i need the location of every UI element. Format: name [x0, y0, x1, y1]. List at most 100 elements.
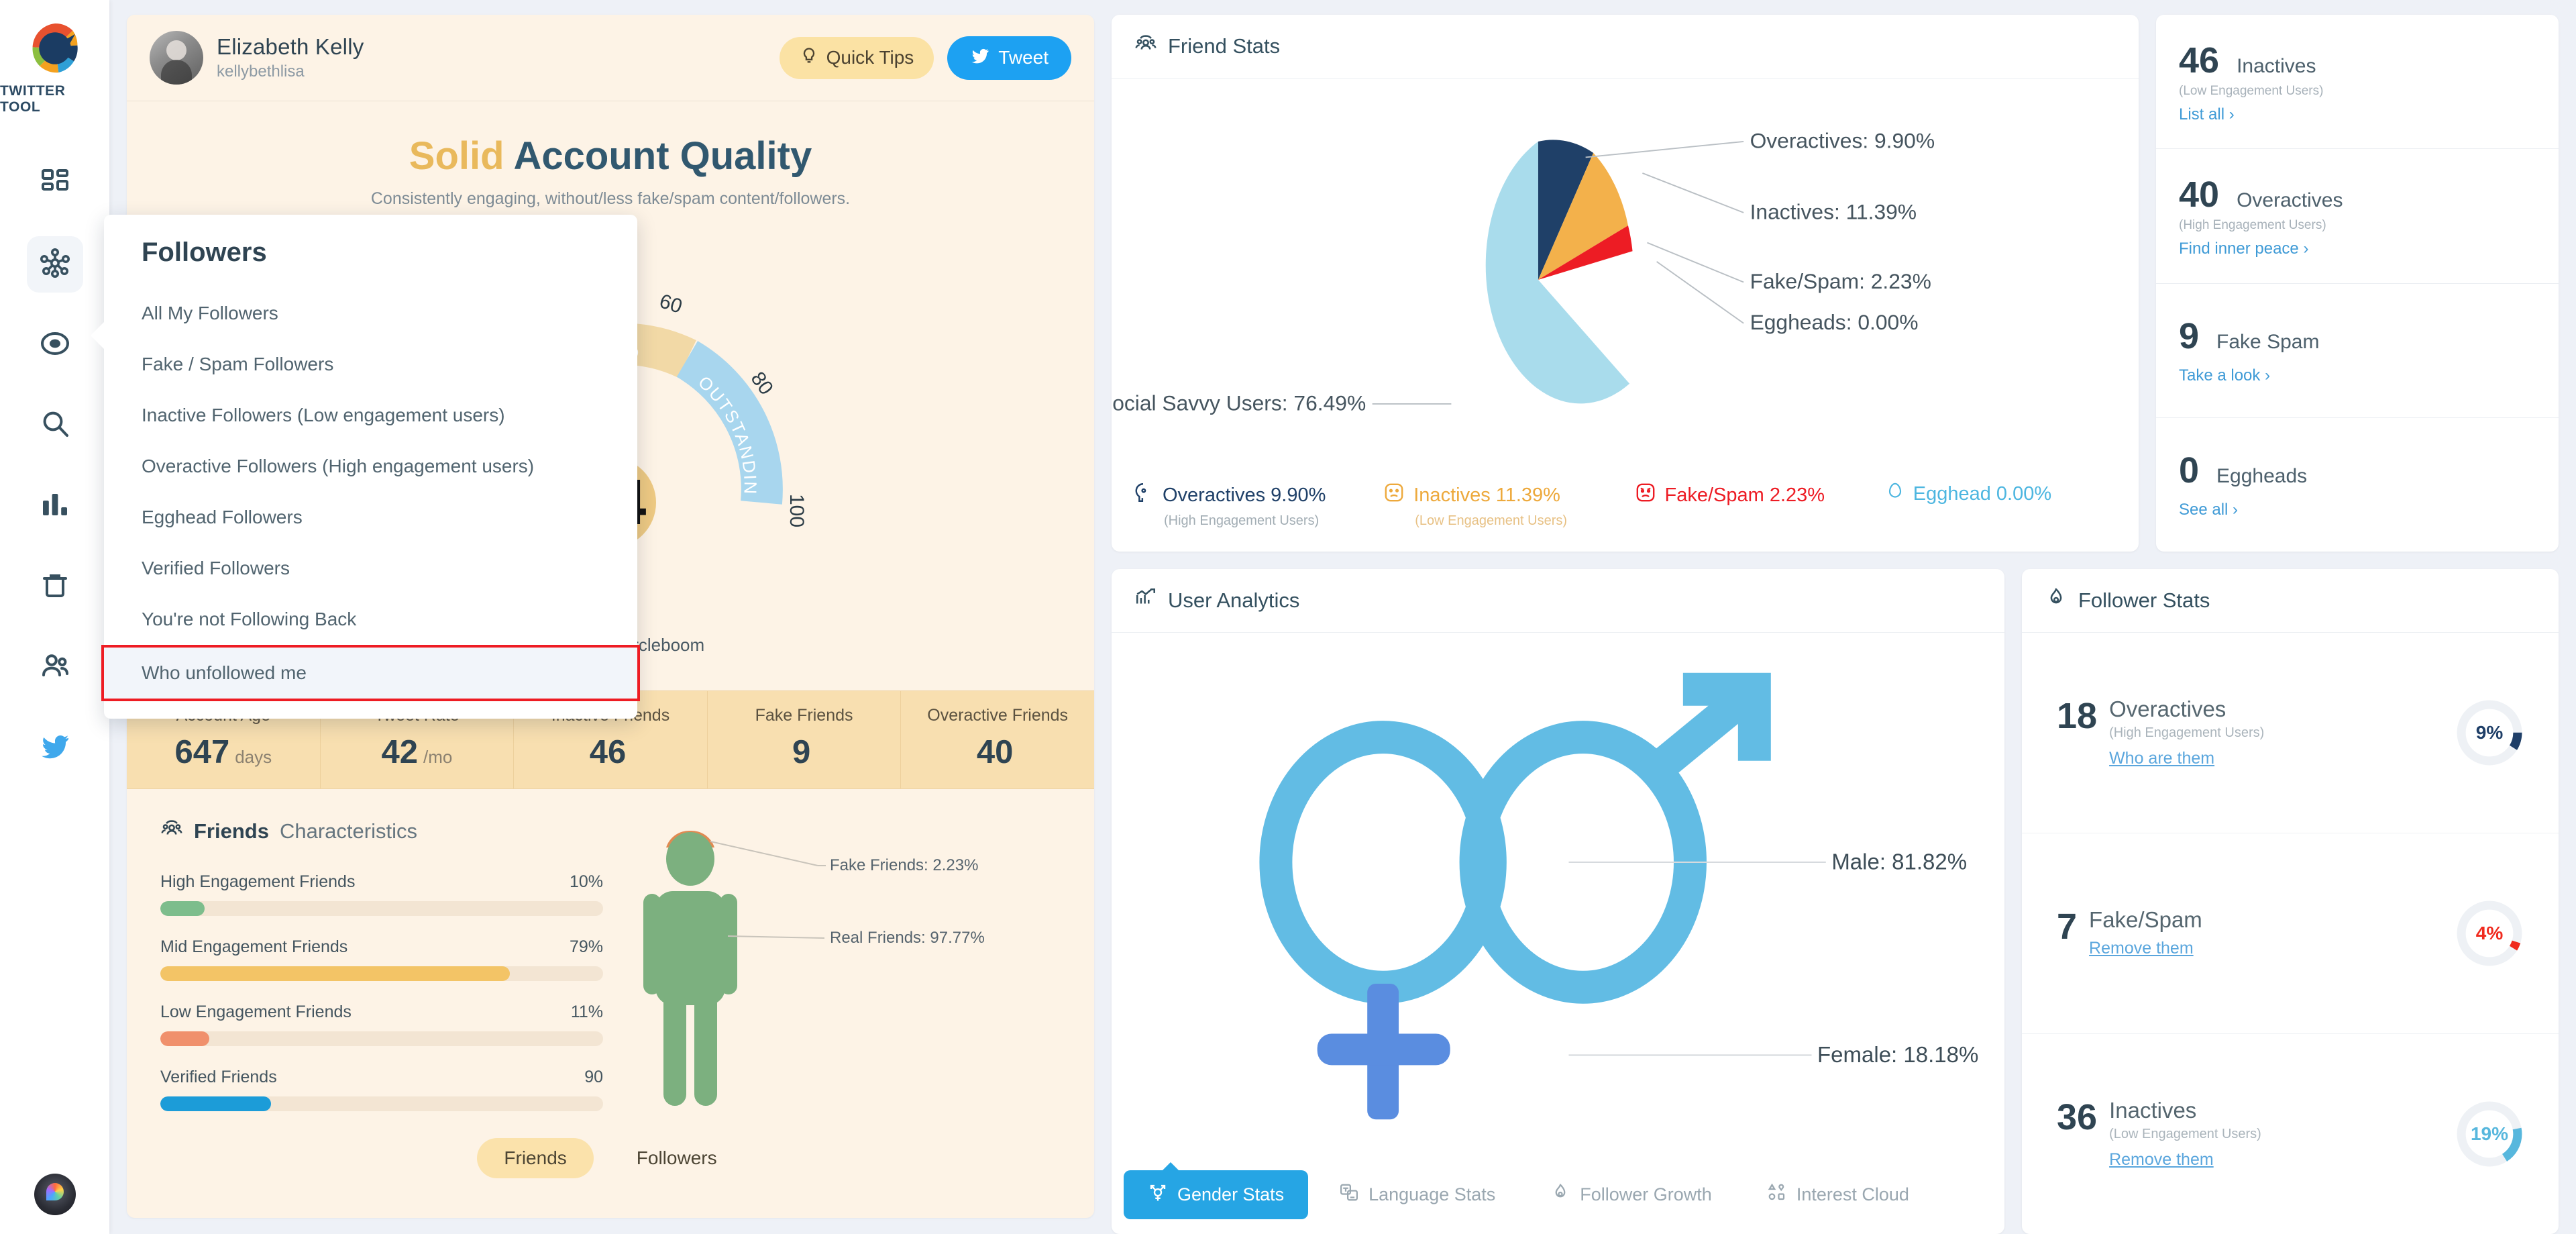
tab-gender-stats[interactable]: Gender Stats — [1124, 1162, 1309, 1219]
progress-fill — [160, 1096, 271, 1111]
dropdown-item-verified-followers[interactable]: Verified Followers — [104, 543, 637, 594]
stat-row: 0 Eggheads See all › — [2156, 418, 2559, 552]
sidebar-item-users[interactable] — [27, 639, 83, 695]
characteristic-value: 79% — [569, 937, 603, 956]
tab-interest-cloud[interactable]: Interest Cloud — [1743, 1170, 1933, 1219]
stat-label: Fake/Spam — [2089, 907, 2202, 932]
target-icon — [39, 327, 71, 363]
quality-subtitle: Consistently engaging, without/less fake… — [370, 189, 851, 208]
stat-label: Inactives — [2109, 1097, 2197, 1123]
sidebar-nav — [0, 156, 109, 776]
dropdown-item-inactive-followers[interactable]: Inactive Followers (Low engagement users… — [104, 390, 637, 441]
stat-label: Overactives — [2109, 696, 2226, 721]
stat-number: 18 — [2057, 695, 2098, 736]
stat-label: Fake Friends — [755, 706, 853, 725]
shapes-icon — [1767, 1182, 1787, 1207]
trash-icon — [39, 569, 71, 605]
sidebar-item-trash[interactable] — [27, 558, 83, 615]
pie-callout-overactives: Overactives: 9.90% — [1750, 128, 1935, 152]
follower-stat-row: 36 Inactives (Low Engagement Users) Remo… — [2022, 1034, 2559, 1234]
dropdown-item-who-unfollowed-me[interactable]: Who unfollowed me — [101, 645, 640, 701]
quality-accent: Solid — [409, 134, 504, 178]
characteristic-label: Mid Engagement Friends — [160, 937, 348, 956]
legend-sublabel: (High Engagement Users) — [1164, 513, 1320, 528]
progress-track — [160, 901, 603, 916]
sidebar-item-target[interactable] — [27, 317, 83, 373]
profile-user: Elizabeth Kelly kellybethlisa — [150, 31, 364, 85]
stat-link[interactable]: Take a look › — [2179, 366, 2536, 385]
sidebar-item-twitter[interactable] — [27, 719, 83, 776]
dropdown-item-all-my-followers[interactable]: All My Followers — [104, 288, 637, 339]
dashboard-icon — [39, 166, 71, 202]
progress-track — [160, 966, 603, 981]
stat-link[interactable]: Remove them — [2109, 1150, 2261, 1170]
quality-rest: Account Quality — [513, 134, 812, 178]
donut-percent: 9% — [2475, 722, 2504, 743]
stat-number: 647 — [174, 734, 230, 770]
stat-number: 46 — [2179, 40, 2220, 81]
profile-avatar — [150, 31, 203, 85]
quick-tips-button[interactable]: Quick Tips — [779, 36, 934, 79]
progress-track — [160, 1031, 603, 1046]
progress-fill — [160, 901, 205, 916]
progress-fill — [160, 1031, 209, 1046]
stat-link[interactable]: See all › — [2179, 501, 2536, 519]
stat-link[interactable]: List all › — [2179, 105, 2536, 124]
profile-actions: Quick Tips Tweet — [779, 36, 1071, 80]
toggle-followers-button[interactable]: Followers — [610, 1138, 744, 1178]
tab-label: Language Stats — [1368, 1184, 1496, 1204]
stat-number: 0 — [2179, 450, 2200, 491]
stat-sublabel: (Low Engagement Users) — [2109, 1126, 2261, 1141]
analytics-tabbar: Gender Stats Language Stats Follower Gro… — [1112, 1162, 2004, 1234]
stat-link[interactable]: Find inner peace › — [2179, 240, 2536, 258]
lightbulb-icon — [800, 46, 818, 70]
user-avatar-sidebar[interactable] — [34, 1174, 76, 1215]
stat-number: 40 — [976, 734, 1014, 770]
stat-link[interactable]: Who are them — [2109, 749, 2264, 768]
twitter-icon — [39, 730, 71, 766]
dropdown-item-egghead-followers[interactable]: Egghead Followers — [104, 492, 637, 543]
tab-follower-growth[interactable]: Follower Growth — [1526, 1170, 1736, 1219]
legend-label: Fake/Spam 2.23% — [1664, 484, 1825, 506]
dropdown-item-overactive-followers[interactable]: Overactive Followers (High engagement us… — [104, 441, 637, 492]
legend-item: Egghead 0.00% — [1885, 481, 2118, 529]
sidebar-item-search[interactable] — [27, 397, 83, 454]
sidebar-item-network[interactable] — [26, 236, 83, 293]
dropdown-title: Followers — [142, 238, 267, 267]
sidebar-item-dashboard[interactable] — [27, 156, 83, 212]
legend-item: Inactives 11.39% (Low Engagement Users) — [1383, 481, 1616, 529]
pie-callout-inactives: Inactives: 11.39% — [1750, 199, 1917, 223]
app-logo[interactable]: TWITTER TOOL — [0, 19, 109, 115]
profile-handle: kellybethlisa — [217, 62, 305, 81]
legend-item: Overactives 9.90% (High Engagement Users… — [1132, 481, 1365, 529]
stat-number: 40 — [2179, 174, 2220, 215]
friends-followers-toggle: Friends Followers — [127, 1138, 1094, 1178]
pie-callout-social: Social Savvy Users: 76.49% — [1112, 391, 1366, 415]
quick-tips-label: Quick Tips — [826, 47, 914, 68]
tab-language-stats[interactable]: Language Stats — [1315, 1170, 1519, 1219]
friends-group-icon — [1134, 32, 1157, 60]
friend-stats-numbers-card: 46 Inactives (Low Engagement Users) List… — [2156, 15, 2559, 552]
fake-friends-annotation: Fake Friends: 2.23% — [830, 856, 979, 874]
logo-label: TWITTER TOOL — [0, 83, 66, 115]
friend-stats-title: Friend Stats — [1168, 34, 1281, 58]
sidebar-item-analytics[interactable] — [27, 478, 83, 534]
characteristics-title: Friends Characteristics — [160, 817, 603, 845]
stat-link[interactable]: Remove them — [2089, 939, 2202, 958]
app-root: TWITTER TOOL Elizabeth Kelly kellybethli… — [0, 0, 2576, 1234]
dropdown-item-fake-spam-followers[interactable]: Fake / Spam Followers — [104, 339, 637, 390]
donut-chart: 4% — [2453, 896, 2526, 970]
donut-percent: 19% — [2470, 1123, 2509, 1144]
friends-person-graphic: Fake Friends: 2.23% Real Friends: 97.77% — [603, 817, 1061, 1133]
characteristic-value: 90 — [584, 1068, 603, 1086]
stat-value: 46 — [514, 733, 707, 771]
dropdown-item-not-following-back[interactable]: You're not Following Back — [104, 594, 637, 645]
angry-face-icon — [1634, 481, 1657, 509]
stat-cell: Overactive Friends 40 — [901, 691, 1094, 788]
donut-chart: 9% — [2453, 696, 2526, 770]
analytics-chart-icon — [1134, 586, 1157, 615]
pie-callout-fakespam: Fake/Spam: 2.23% — [1750, 269, 1931, 293]
toggle-friends-button[interactable]: Friends — [477, 1138, 594, 1178]
tweet-button[interactable]: Tweet — [947, 36, 1071, 80]
characteristic-row: Low Engagement Friends 11% — [160, 1002, 603, 1046]
